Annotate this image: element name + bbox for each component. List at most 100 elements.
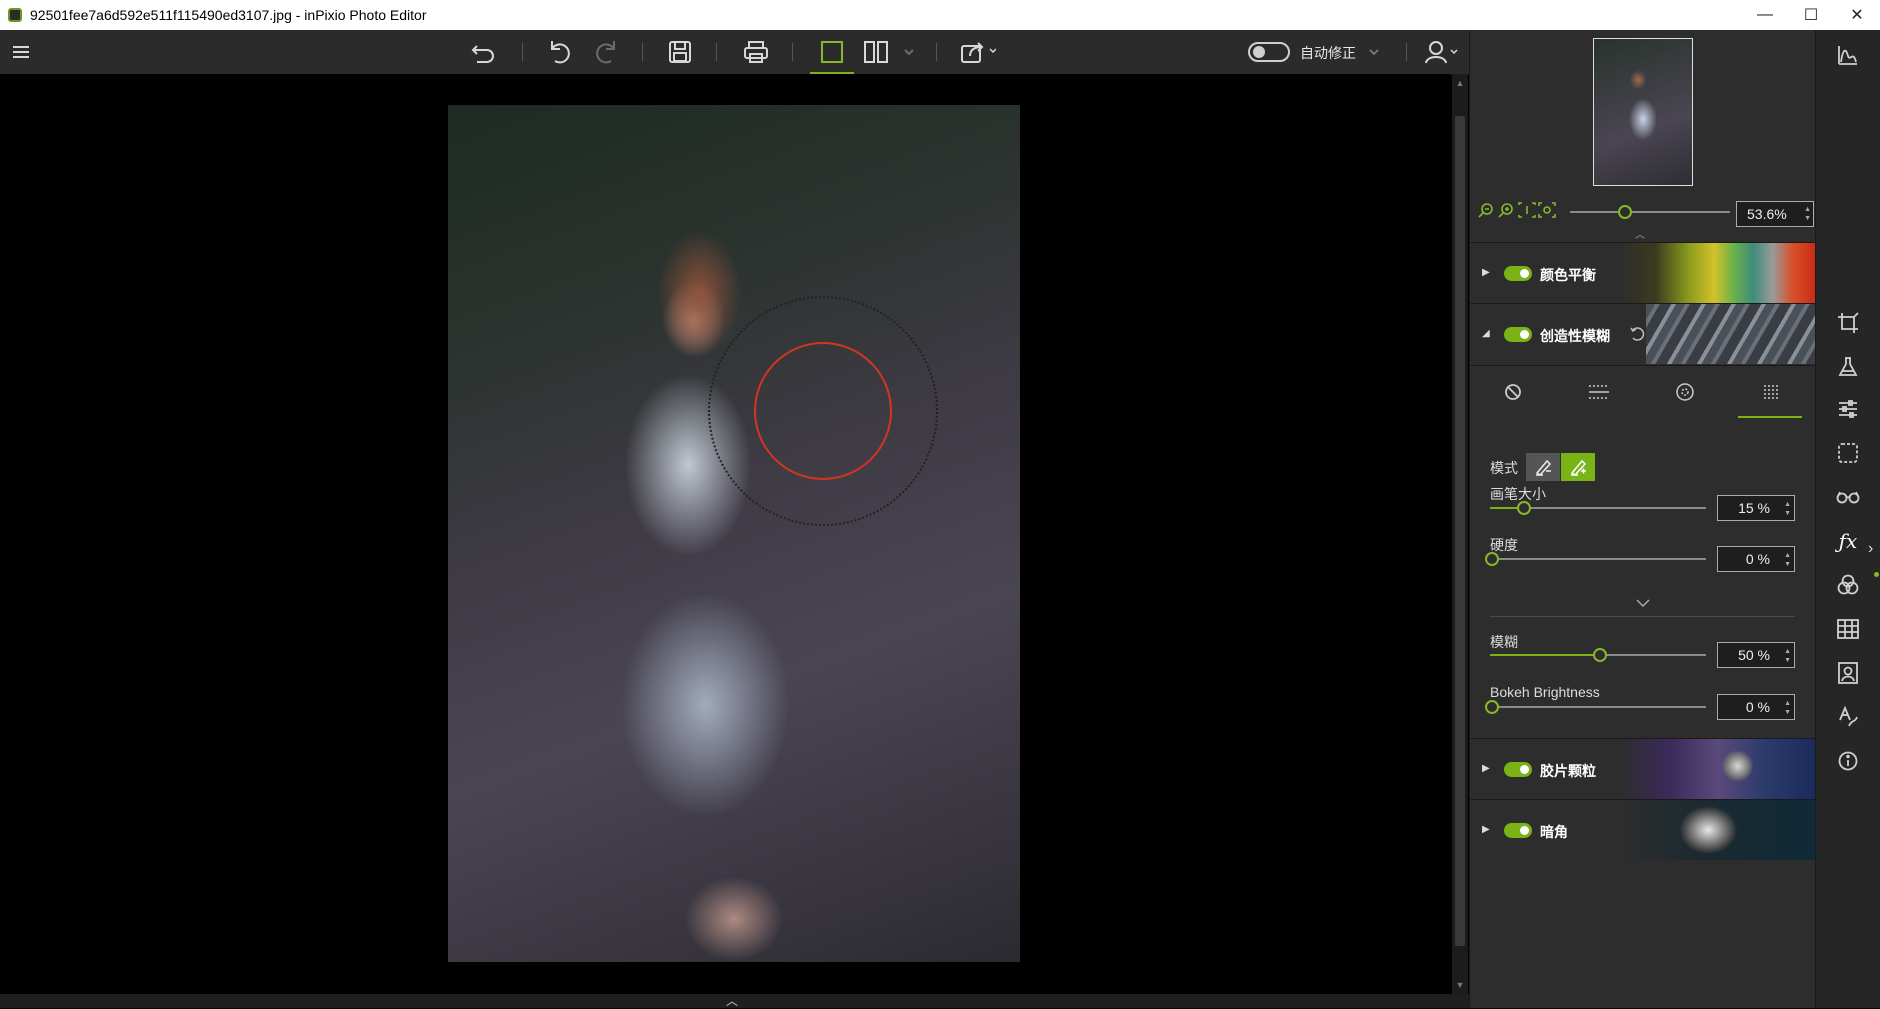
active-tool-indicator	[1874, 572, 1879, 577]
canvas-vertical-scrollbar[interactable]: ▲ ▼	[1452, 74, 1468, 994]
info-icon[interactable]	[1833, 746, 1863, 776]
auto-fix-label: 自动修正	[1300, 45, 1356, 61]
vignette-toggle[interactable]	[1504, 823, 1532, 838]
section-creative-blur[interactable]: ◢ 创造性模糊	[1470, 303, 1816, 364]
navigator-collapse-chevron-icon[interactable]: ︿	[1635, 226, 1645, 241]
app-icon	[8, 8, 22, 22]
glasses-icon[interactable]	[1833, 482, 1863, 512]
creative-blur-toggle[interactable]	[1504, 327, 1532, 342]
maximize-button[interactable]: ☐	[1788, 0, 1834, 30]
edited-photo[interactable]	[448, 105, 1020, 962]
selection-icon[interactable]	[1833, 438, 1863, 468]
actual-size-icon[interactable]	[1518, 202, 1536, 220]
flask-icon[interactable]	[1833, 352, 1863, 382]
title-bar: 92501fee7a6d592e511f115490ed3107.jpg - i…	[0, 0, 1880, 30]
blur-type-tabs	[1470, 365, 1816, 418]
zoom-slider-handle[interactable]	[1618, 205, 1632, 219]
zoom-out-icon[interactable]	[1478, 202, 1496, 220]
window-title: 92501fee7a6d592e511f115490ed3107.jpg - i…	[30, 7, 427, 23]
hardness-slider[interactable]	[1490, 558, 1706, 560]
blur-amount-value: 50 %	[1738, 647, 1770, 663]
auto-fix-toggle[interactable]	[1248, 42, 1290, 62]
section-vignette[interactable]: ▶ 暗角	[1470, 799, 1816, 860]
auto-fix-dropdown-chevron-icon[interactable]	[1366, 30, 1382, 74]
redo-icon[interactable]	[588, 30, 624, 74]
reset-section-icon[interactable]	[1630, 326, 1646, 347]
collapse-arrow-icon[interactable]: ◢	[1482, 328, 1490, 339]
expand-arrow-icon[interactable]: ▶	[1482, 763, 1490, 774]
expand-panel-chevron-icon[interactable]: ›	[1868, 540, 1873, 558]
crop-icon[interactable]	[1833, 308, 1863, 338]
section-film-grain[interactable]: ▶ 胶片颗粒	[1470, 738, 1816, 799]
sliders-adjust-icon[interactable]	[1833, 394, 1863, 424]
blur-amount-input[interactable]: 50 % ▲ ▼	[1717, 642, 1795, 668]
expand-arrow-icon[interactable]: ▶	[1482, 824, 1490, 835]
erase-mode-button[interactable]	[1526, 453, 1560, 481]
section-label: 创造性模糊	[1540, 328, 1610, 344]
print-icon[interactable]	[738, 30, 774, 74]
blur-amount-slider-fill	[1490, 654, 1598, 656]
effects-fx-icon[interactable]: ƒx	[1833, 526, 1863, 556]
user-account-icon[interactable]	[1422, 30, 1462, 74]
tab-linear-blur[interactable]	[1556, 366, 1642, 418]
brush-size-label: 画笔大小	[1490, 486, 1546, 502]
tab-radial-blur[interactable]	[1642, 366, 1728, 418]
brush-size-value: 15 %	[1738, 500, 1770, 516]
hardness-value: 0 %	[1745, 551, 1770, 567]
blur-amount-label: 模糊	[1490, 634, 1518, 650]
paint-mode-button[interactable]	[1561, 453, 1595, 481]
zoom-value-input[interactable]: 53.6% ▲ ▼	[1736, 201, 1814, 227]
section-label: 胶片颗粒	[1540, 763, 1596, 779]
save-icon[interactable]	[662, 30, 698, 74]
split-view-icon[interactable]	[858, 30, 894, 74]
bokeh-brightness-value: 0 %	[1745, 699, 1770, 715]
film-grain-preview-image	[1620, 739, 1816, 799]
undo-all-icon[interactable]	[466, 30, 502, 74]
view-dropdown-chevron-icon[interactable]	[900, 30, 918, 74]
tab-brush-blur[interactable]	[1728, 366, 1814, 418]
filmstrip-toggle-bar[interactable]: ︿	[0, 994, 1469, 1008]
bokeh-brightness-slider-handle[interactable]	[1485, 700, 1499, 714]
frame-portrait-icon[interactable]	[1833, 658, 1863, 688]
section-label: 暗角	[1540, 824, 1568, 840]
section-label: 颜色平衡	[1540, 267, 1596, 283]
image-canvas[interactable]	[0, 74, 1450, 994]
more-options-chevron-icon[interactable]	[1636, 594, 1650, 612]
tab-no-blur[interactable]	[1470, 366, 1556, 418]
expand-arrow-icon[interactable]: ▶	[1482, 267, 1490, 278]
chevron-up-icon[interactable]: ︿	[726, 992, 738, 1009]
text-tool-icon[interactable]	[1833, 702, 1863, 732]
mode-label: 模式	[1490, 460, 1518, 476]
scrollbar-thumb[interactable]	[1455, 116, 1465, 946]
brush-size-input[interactable]: 15 % ▲ ▼	[1717, 495, 1795, 521]
hardness-slider-handle[interactable]	[1485, 552, 1499, 566]
bokeh-brightness-input[interactable]: 0 % ▲ ▼	[1717, 694, 1795, 720]
section-color-balance[interactable]: ▶ 颜色平衡	[1470, 242, 1816, 303]
fit-to-screen-icon[interactable]	[1538, 202, 1556, 220]
close-button[interactable]: ✕	[1834, 0, 1880, 30]
color-blend-icon[interactable]	[1833, 570, 1863, 600]
film-grain-toggle[interactable]	[1504, 762, 1532, 777]
zoom-slider-track[interactable]	[1570, 211, 1730, 213]
vignette-preview-image	[1620, 800, 1816, 860]
hardness-input[interactable]: 0 % ▲ ▼	[1717, 546, 1795, 572]
blur-amount-slider-handle[interactable]	[1593, 648, 1607, 662]
texture-grid-icon[interactable]	[1833, 614, 1863, 644]
zoom-value: 53.6%	[1747, 206, 1787, 222]
color-balance-preview-image	[1620, 243, 1816, 303]
hamburger-menu-icon[interactable]	[6, 30, 36, 74]
brush-size-slider-handle[interactable]	[1517, 501, 1532, 515]
minimize-button[interactable]: —	[1742, 0, 1788, 30]
zoom-in-icon[interactable]	[1498, 202, 1516, 220]
color-balance-toggle[interactable]	[1504, 266, 1532, 281]
navigator-thumbnail[interactable]	[1593, 38, 1693, 186]
bokeh-brightness-slider[interactable]	[1490, 706, 1706, 708]
zoom-spinner[interactable]: ▲ ▼	[1804, 205, 1811, 223]
adjustments-panel: 53.6% ▲ ▼ ︿ ▶ 颜色平衡 ◢ 创造性模糊 模式 画笔大小 15 % …	[1469, 30, 1816, 1008]
creative-blur-controls: 模式 画笔大小 15 % ▲ ▼ 硬度 0 % ▲ ▼ 模糊 50 % ▲ ▼ …	[1470, 418, 1816, 738]
bokeh-brightness-label: Bokeh Brightness	[1490, 684, 1600, 700]
undo-icon[interactable]	[542, 30, 578, 74]
share-icon[interactable]	[956, 30, 1000, 74]
histogram-icon[interactable]	[1833, 40, 1863, 70]
single-view-icon[interactable]	[812, 30, 852, 74]
